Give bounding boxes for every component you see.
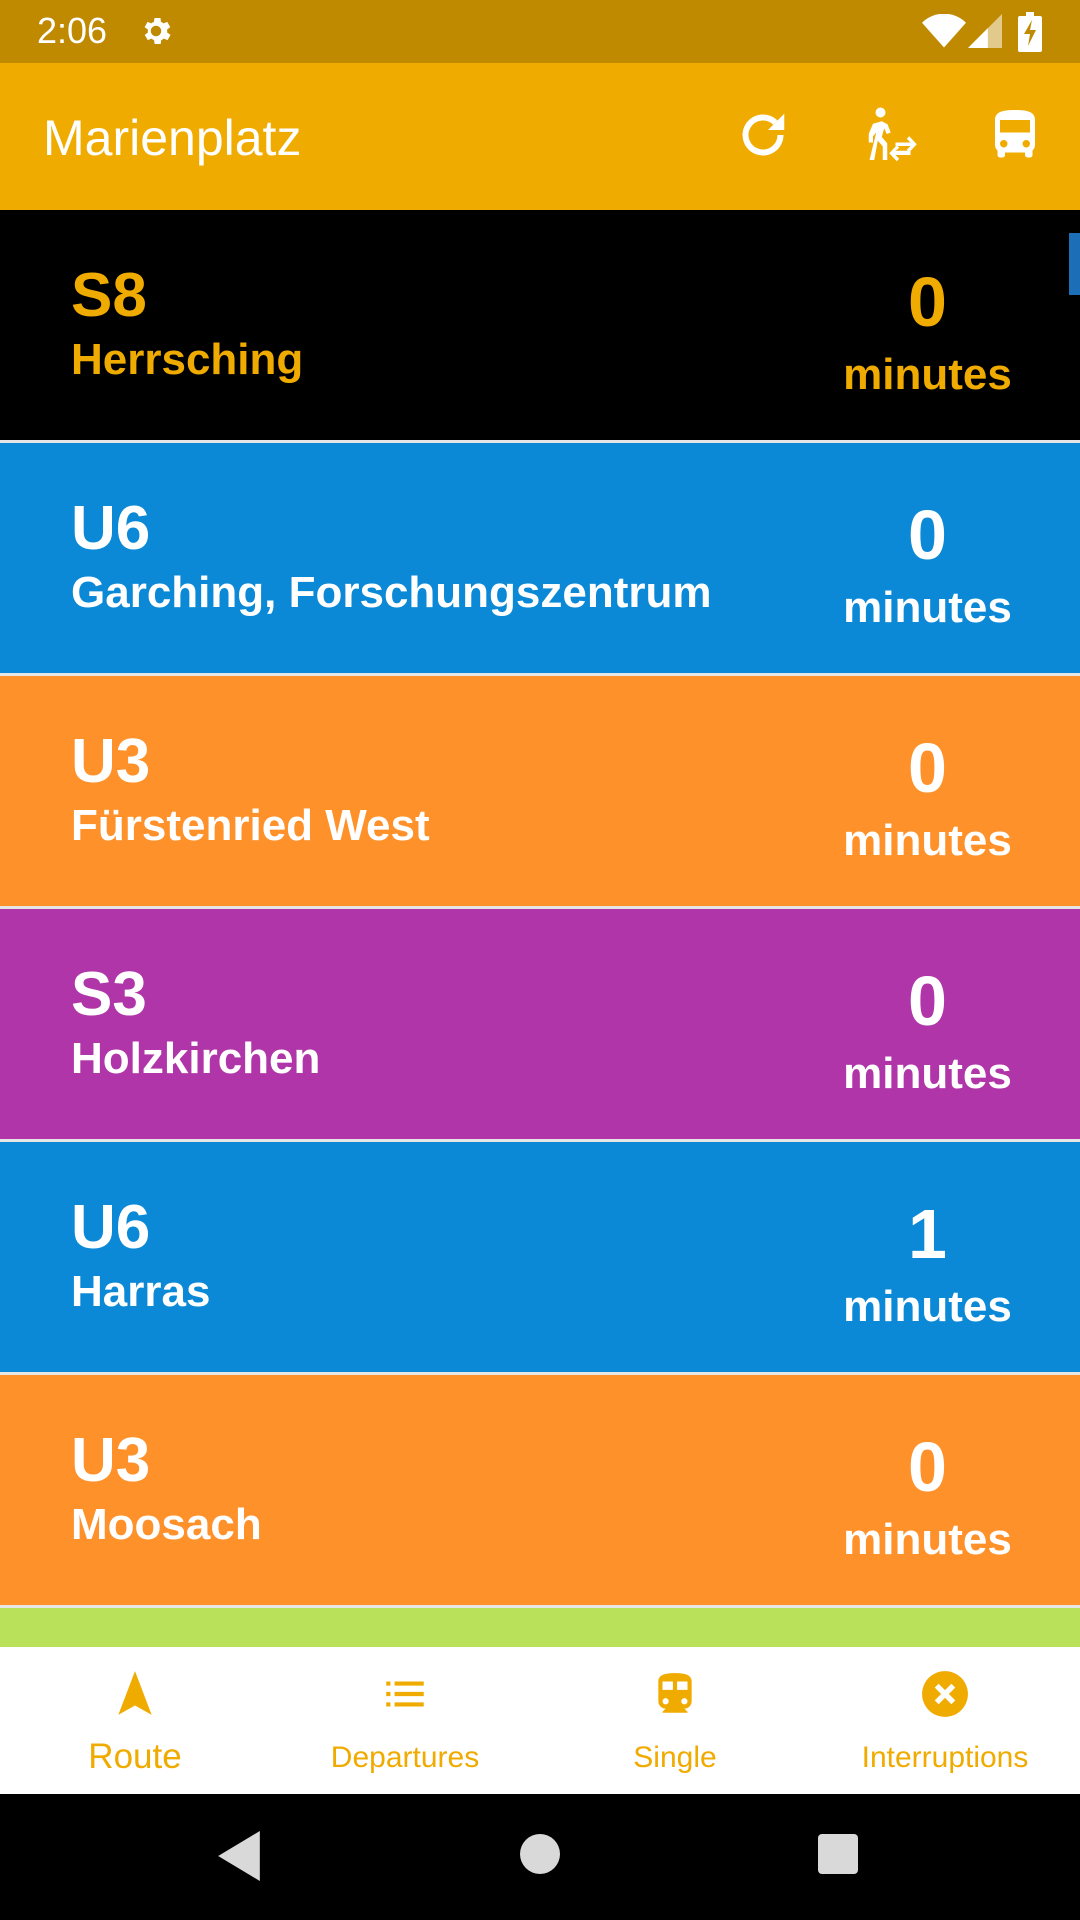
wifi-icon (922, 14, 966, 48)
departure-destination: Moosach (71, 1500, 262, 1549)
departure-minutes: 0 (908, 729, 947, 807)
nav-item-interruptions[interactable]: Interruptions (810, 1647, 1080, 1794)
departure-line: U3 (71, 1426, 151, 1495)
departure-line: U6 (71, 1193, 151, 1262)
recents-icon[interactable] (818, 1834, 858, 1874)
walk-transfer-icon[interactable] (858, 105, 918, 165)
departure-minutes-label: minutes (843, 1049, 1012, 1098)
list-icon (386, 1681, 424, 1707)
departure-destination: Herrsching (71, 335, 304, 384)
departure-minutes-label: minutes (843, 350, 1012, 399)
nav-item-route[interactable]: Route (0, 1647, 270, 1794)
departure-line: S3 (71, 960, 147, 1029)
status-time: 2:06 (37, 10, 108, 51)
departure-line: U3 (71, 727, 151, 796)
departure-row[interactable]: U3 Fürstenried West 0 minutes (0, 676, 1080, 907)
nav-item-departures[interactable]: Departures (270, 1647, 540, 1794)
departure-row[interactable] (0, 1608, 1080, 1647)
nav-label-interruptions: Interruptions (861, 1741, 1029, 1774)
departure-row[interactable]: U3 Moosach 0 minutes (0, 1375, 1080, 1606)
bus-icon[interactable] (985, 105, 1045, 165)
departure-destination: Fürstenried West (71, 801, 430, 850)
departure-minutes: 0 (908, 263, 947, 341)
home-icon[interactable] (520, 1834, 560, 1874)
nav-label-single: Single (633, 1741, 717, 1774)
departure-row[interactable]: U6 Garching, Forschungszentrum 0 minutes (0, 443, 1080, 674)
page-title: Marienplatz (43, 110, 302, 166)
departure-destination: Garching, Forschungszentrum (71, 568, 712, 617)
departure-minutes-label: minutes (843, 583, 1012, 632)
departure-minutes: 0 (908, 1428, 947, 1506)
cancel-circle-icon (922, 1671, 968, 1717)
system-navigation-bar (0, 1794, 1080, 1920)
departure-minutes-label: minutes (843, 1515, 1012, 1564)
status-bar: 2:06 (0, 0, 1080, 63)
bottom-navigation: Route Departures Single Interruptions (0, 1647, 1080, 1794)
nav-label-route: Route (88, 1737, 182, 1776)
cell-signal-icon (968, 14, 1002, 48)
departure-row[interactable]: U6 Harras 1 minutes (0, 1142, 1080, 1373)
nav-label-departures: Departures (330, 1741, 480, 1774)
navigation-arrow-icon (118, 1671, 152, 1715)
departure-minutes: 0 (908, 496, 947, 574)
settings-gear-icon (144, 17, 171, 45)
departure-minutes: 1 (908, 1195, 947, 1273)
departure-line: S8 (71, 261, 147, 330)
battery-charging-icon (1018, 12, 1042, 52)
departure-row[interactable]: S3 Holzkirchen 0 minutes (0, 909, 1080, 1140)
scrollbar-thumb[interactable] (1069, 233, 1080, 295)
departure-line: U6 (71, 494, 151, 563)
departure-minutes: 0 (908, 962, 947, 1040)
departure-minutes-label: minutes (843, 816, 1012, 865)
train-icon (658, 1673, 692, 1713)
app-bar: Marienplatz (0, 63, 1080, 210)
departure-destination: Holzkirchen (71, 1034, 321, 1083)
departure-row[interactable]: S8 Herrsching 0 minutes (0, 210, 1080, 441)
departures-list[interactable]: S8 Herrsching 0 minutes U6 Garching, Forschun… (0, 210, 1080, 1647)
departure-minutes-label: minutes (843, 1282, 1012, 1331)
departure-destination: Harras (71, 1267, 211, 1316)
back-icon[interactable] (218, 1831, 260, 1881)
refresh-icon[interactable] (733, 105, 793, 165)
nav-item-single[interactable]: Single (540, 1647, 810, 1794)
